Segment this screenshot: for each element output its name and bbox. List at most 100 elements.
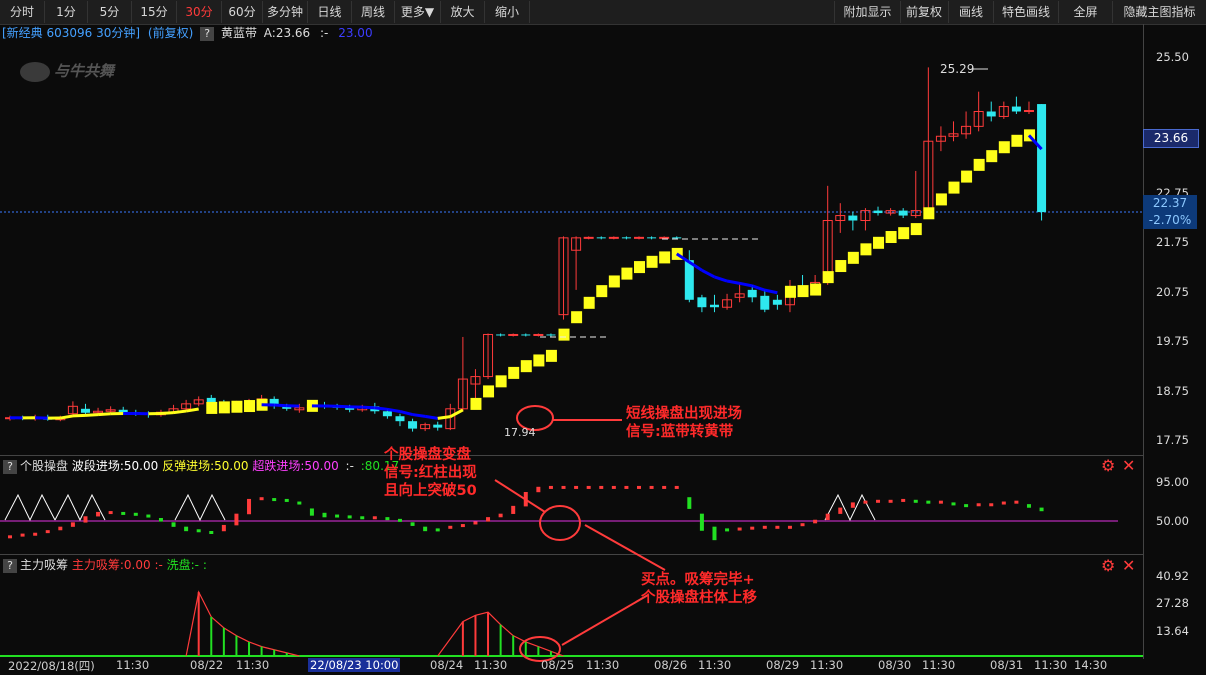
indicator-help-icon[interactable]: ? <box>200 26 215 41</box>
panel2-name[interactable]: 个股操盘 <box>20 459 68 473</box>
panel2-bar <box>825 513 830 520</box>
fullscreen-button[interactable]: 全屏 <box>1059 1 1113 23</box>
panel2-bar <box>448 525 453 529</box>
band-line <box>701 268 716 279</box>
panel2-bar <box>146 514 151 518</box>
candle-body <box>772 299 782 305</box>
annotation-pointer <box>561 594 649 646</box>
forward-adjust-button[interactable]: 前复权 <box>900 1 949 23</box>
period-multi-min-button[interactable]: 多分钟 <box>263 1 308 23</box>
period-5min-button[interactable]: 5分 <box>88 1 132 23</box>
hide-indicator-button[interactable]: 隐藏主图指标 <box>1113 1 1206 23</box>
yellow-band-block <box>910 223 922 236</box>
high-price-label: 25.29 <box>940 62 975 76</box>
panel2-bar <box>372 516 377 520</box>
panel3-settings-icon[interactable]: ⚙ <box>1101 558 1115 574</box>
yellow-band-block <box>621 267 633 280</box>
panel2-bar <box>611 485 616 489</box>
yellow-band-block <box>935 193 947 206</box>
period-fenshi-button[interactable]: 分时 <box>0 1 45 23</box>
zoom-out-button[interactable]: 缩小 <box>485 1 530 23</box>
special-draw-button[interactable]: 特色画线 <box>994 1 1059 23</box>
panel2-bar <box>209 531 214 534</box>
date-label: 11:30 <box>474 658 508 672</box>
period-60min-button[interactable]: 60分 <box>222 1 263 23</box>
panel2-bar <box>284 498 289 502</box>
date-label: 08/30 <box>878 658 912 672</box>
indicator-name[interactable]: 黄蓝带 <box>221 26 257 40</box>
period-week-button[interactable]: 周线 <box>352 1 395 23</box>
period-30min-button[interactable]: 30分 <box>177 1 222 23</box>
yellow-band-block <box>986 150 998 163</box>
low-price-label: 17.94 <box>504 426 536 439</box>
candle-body <box>873 210 883 214</box>
band-line <box>449 408 464 418</box>
yellow-band-block <box>483 385 495 398</box>
band-line <box>387 407 401 413</box>
yellow-band-block <box>470 397 482 410</box>
panel2-bar <box>184 526 189 532</box>
panel2-bar <box>385 517 390 521</box>
candle-body <box>898 210 908 216</box>
panel2-bar <box>1026 504 1031 508</box>
adjust-mode-label[interactable]: (前复权) <box>148 26 193 40</box>
candle-body <box>634 236 644 239</box>
band-line <box>60 414 74 420</box>
panel2-bar <box>699 513 704 531</box>
draw-line-button[interactable]: 画线 <box>949 1 994 23</box>
band-line <box>185 407 199 413</box>
panel3-name[interactable]: 主力吸筹 <box>20 558 68 572</box>
annotation-signal-1: 短线操盘出现进场 信号:蓝带转黄带 <box>626 405 742 441</box>
panel3-help-icon[interactable]: ? <box>3 558 17 573</box>
panel2-bar <box>460 524 465 528</box>
yellow-band-block <box>218 401 230 414</box>
panel2-bar <box>58 526 63 531</box>
period-15min-button[interactable]: 15分 <box>132 1 177 23</box>
candle-body <box>193 399 204 405</box>
panel3-close-icon[interactable]: ✕ <box>1122 558 1135 574</box>
panel2-bar <box>272 498 277 502</box>
candle-body <box>973 111 984 127</box>
candle-body <box>822 220 833 281</box>
yellow-band-block <box>558 328 570 341</box>
panel2-help-icon[interactable]: ? <box>3 459 17 474</box>
candle-body <box>370 406 380 412</box>
candle-body <box>848 215 858 221</box>
panel2-close-icon[interactable]: ✕ <box>1122 458 1135 474</box>
yellow-band-block <box>948 181 960 194</box>
panel2-bar <box>574 485 579 489</box>
yellow-band-block <box>634 261 645 274</box>
yellow-band-block <box>608 275 620 288</box>
extra-display-button[interactable]: 附加显示 <box>834 1 901 23</box>
panel2-label-1: 波段进场:50.00 <box>71 459 159 473</box>
panel2-bar <box>70 522 75 527</box>
panel3-header: ? 主力吸筹 主力吸筹:0.00 :- 洗盘:- : <box>0 557 207 573</box>
date-cursor-label: 22/08/23 10:00 <box>308 658 401 672</box>
panel2-bar <box>775 525 780 529</box>
panel2-bar <box>397 518 402 522</box>
more-periods-button[interactable]: 更多▼ <box>395 1 441 23</box>
panel2-zigzag <box>54 493 106 522</box>
yellow-band-block <box>256 398 268 411</box>
date-label: 11:30 <box>236 658 270 672</box>
yellow-band-block <box>973 158 985 171</box>
stock-title: [新经典 603096 30分钟] <box>2 26 141 40</box>
panel2-bar <box>486 517 491 522</box>
candle-body <box>55 417 66 421</box>
period-1min-button[interactable]: 1分 <box>45 1 88 23</box>
annotation-circle <box>539 505 581 541</box>
indicator-b-value: 23.00 <box>338 26 373 40</box>
candle-body <box>483 333 494 378</box>
period-day-button[interactable]: 日线 <box>308 1 352 23</box>
yellow-band-block <box>206 401 218 414</box>
panel2-settings-icon[interactable]: ⚙ <box>1101 458 1115 474</box>
panel2-bar <box>473 521 478 525</box>
candle-body <box>420 424 431 430</box>
panel2-bar <box>876 499 881 503</box>
panel2-bar <box>335 514 340 518</box>
band-line <box>688 260 703 272</box>
zoom-in-button[interactable]: 放大 <box>441 1 485 23</box>
price-axis-label: 17.75 <box>1156 433 1189 447</box>
panel2-bar <box>712 526 717 541</box>
yellow-band-block <box>1011 134 1023 147</box>
